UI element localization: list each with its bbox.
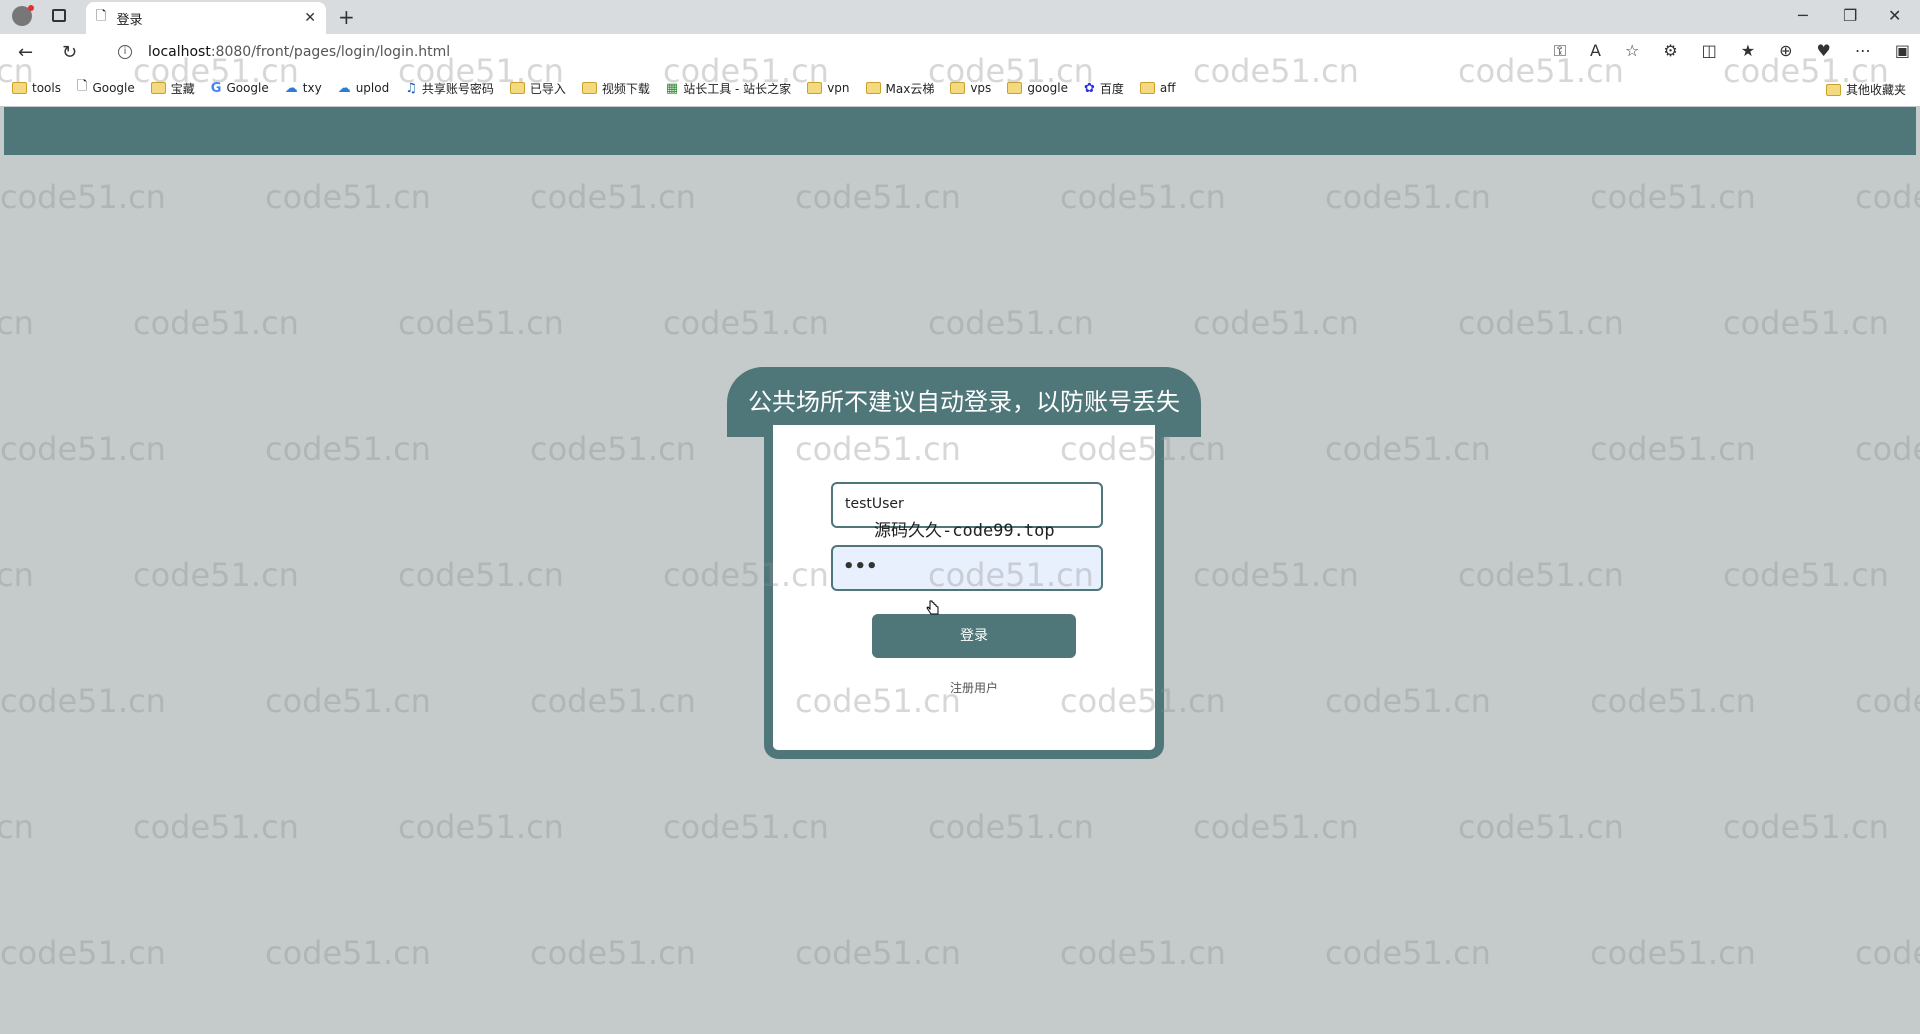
bookmark-label: Max云梯 [885,81,935,96]
bookmark-item[interactable]: ☁ txy [285,81,322,96]
cloud-icon: ☁ [284,80,298,96]
extensions-icon[interactable]: ⚙ [1663,41,1677,61]
tab-actions-icon[interactable] [52,9,66,22]
folder-icon [509,82,525,94]
bookmark-label: 百度 [1099,81,1124,96]
favorite-star-icon[interactable]: ☆ [1625,41,1639,61]
minimize-icon[interactable]: ─ [1798,6,1808,25]
login-button[interactable]: 登录 [872,614,1076,658]
folder-icon [150,82,166,94]
page-icon: 🗋 [96,9,107,24]
bookmark-item[interactable]: ▦ 站长工具 - 站长之家 [666,80,791,97]
favorites-icon[interactable]: ★ [1741,41,1755,61]
key-icon[interactable]: ⚿ [1554,41,1566,61]
bookmark-label: 宝藏 [170,81,195,96]
other-favorites-label: 其他收藏夹 [1845,83,1906,97]
bookmarks-bar: tools 🗋 Google 宝藏 G Google ☁ txy ☁ uplod ♫ 共享… [0,70,1920,106]
restore-icon[interactable]: ❐ [1843,6,1857,25]
bookmark-item[interactable]: vpn [807,81,850,95]
bookmark-item[interactable]: vps [950,81,991,95]
bookmark-item[interactable]: 已导入 [509,80,566,97]
performance-icon[interactable]: ♥ [1817,41,1831,61]
split-screen-icon[interactable]: ◫ [1702,41,1717,61]
share-icon: ♫ [405,80,417,96]
refresh-icon[interactable]: ↻ [62,42,77,63]
toolbar-icons: ⚿ A ☆ ⚙ ◫ ★ ⊕ ♥ ⋯ ▣ [1554,41,1910,61]
baidu-icon: ✿ [1083,80,1095,96]
folder-icon [581,82,597,94]
bookmark-label: vpn [827,81,850,95]
bookmark-item[interactable]: ☁ uplod [338,81,390,96]
bookmark-item[interactable]: google [1007,81,1068,95]
bookmark-item[interactable]: Max云梯 [865,80,935,97]
browser-titlebar: 🗋 登录 ✕ + ─ ❐ ✕ [0,0,1920,34]
bookmark-label: txy [302,81,322,95]
tab-title: 登录 [116,12,143,28]
bookmark-item[interactable]: tools [12,81,61,95]
folder-icon [1825,83,1841,96]
folder-icon [1007,82,1023,94]
collections-icon[interactable]: ⊕ [1779,41,1792,61]
close-window-icon[interactable]: ✕ [1888,6,1901,25]
bookmark-label: Google [226,81,269,95]
url-input[interactable]: i localhost:8080/front/pages/login/login… [110,39,1610,65]
bookmark-label: uplod [355,81,390,95]
url-path: :8080/front/pages/login/login.html [210,44,451,60]
folder-icon [950,82,966,94]
site-icon: ▦ [665,80,679,96]
address-bar-row: ← ↻ i localhost:8080/front/pages/login/l… [0,34,1920,70]
bookmark-label: 共享账号密码 [421,81,494,96]
bookmark-item[interactable]: ✿ 百度 [1084,80,1124,97]
bookmark-label: 站长工具 - 站长之家 [683,81,792,96]
browser-tab[interactable]: 🗋 登录 ✕ [86,2,326,34]
page-icon: 🗋 [76,79,88,94]
bookmark-item[interactable]: 视频下载 [581,80,650,97]
back-icon[interactable]: ← [18,42,33,63]
folder-icon [807,82,823,94]
watermark-overlay-text: 源码久久-code99.top [874,521,1055,541]
username-value: testUser [845,496,904,512]
profile-notification-dot [28,5,34,11]
bookmark-label: tools [32,81,61,95]
password-value: ••• [843,556,878,577]
folder-icon [1139,82,1155,94]
sidebar-icon[interactable]: ▣ [1895,41,1910,61]
url-host: localhost [148,44,211,60]
hand-cursor-icon [926,600,939,615]
bookmark-item[interactable]: 🗋 Google [77,77,135,99]
page-content: 公共场所不建议自动登录，以防账号丢失 testUser ••• 登录 注册用户 [4,107,1916,1034]
bookmark-item[interactable]: 宝藏 [150,80,195,97]
login-form: testUser ••• 登录 注册用户 [764,425,1164,759]
bookmark-label: aff [1159,81,1176,95]
register-link[interactable]: 注册用户 [950,679,998,696]
bookmark-label: 视频下载 [601,81,650,96]
folder-icon [865,82,881,94]
password-field[interactable]: ••• [831,545,1103,591]
google-icon: G [210,80,222,96]
cloud-icon: ☁ [337,80,351,96]
bookmark-label: vps [970,81,992,95]
bookmark-label: google [1027,81,1068,95]
other-favorites[interactable]: 其他收藏夹 [1825,81,1906,98]
site-info-icon[interactable]: i [118,45,132,59]
bookmark-item[interactable]: aff [1139,81,1176,95]
page-header-bar [4,107,1916,155]
bookmark-label: 已导入 [529,81,566,96]
bookmark-item[interactable]: ♫ 共享账号密码 [405,80,494,97]
folder-icon [12,82,27,94]
read-aloud-icon[interactable]: A [1590,41,1601,61]
close-tab-icon[interactable]: ✕ [304,10,316,26]
bookmark-item[interactable]: G Google [211,81,269,96]
bookmark-label: Google [92,81,135,95]
new-tab-icon[interactable]: + [338,5,355,29]
more-icon[interactable]: ⋯ [1855,41,1871,61]
